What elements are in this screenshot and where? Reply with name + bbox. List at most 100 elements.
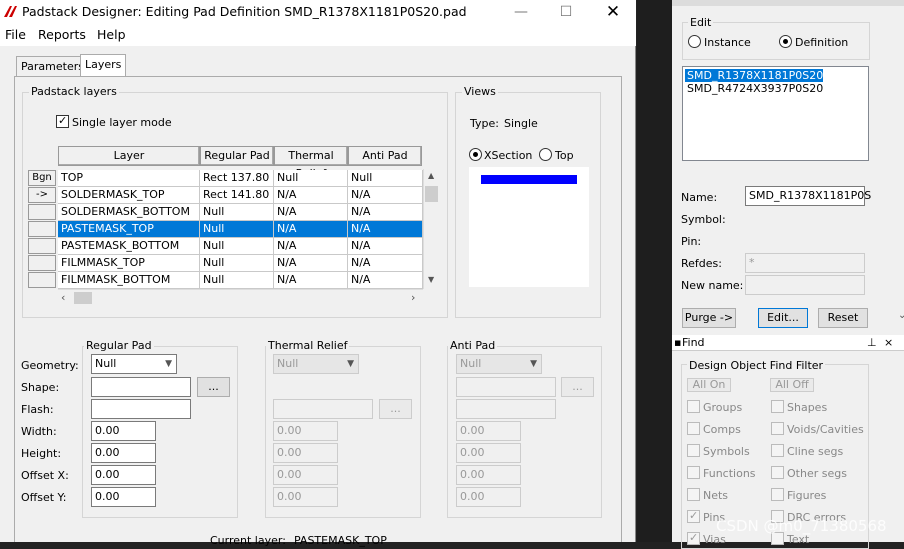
definition-radio[interactable] [779,35,792,48]
cell-soldermask-top-0[interactable]: SOLDERMASK_TOP [58,187,200,204]
anti-offset-y-input[interactable]: 0.00 [456,487,521,507]
edit-button[interactable]: Edit... [758,308,808,328]
cell-pastemask-bottom-0[interactable]: PASTEMASK_BOTTOM [58,238,200,255]
find-left-checkbox[interactable] [687,422,700,435]
find-right-checkbox[interactable] [771,466,784,479]
regular-flash-input[interactable] [91,399,191,419]
panel-close-icon[interactable]: × [884,336,893,349]
padstack-definition-list[interactable]: SMD_R1378X1181P0S20 SMD_R4724X3937P0S20 [682,66,869,161]
regular-shape-browse-button[interactable]: ... [197,377,230,397]
col-header-anti-pad[interactable]: Anti Pad [348,146,422,166]
cell-filmmask-bottom-0[interactable]: FILMMASK_BOTTOM [58,272,200,289]
dock-pin-icon[interactable]: ⊥ [867,336,877,349]
scroll-down-icon[interactable]: ⌄ [898,310,904,321]
cell-soldermask-bottom-2[interactable]: N/A [274,204,348,221]
anti-shape-browse-button[interactable]: ... [561,377,594,397]
scroll-down-icon[interactable]: ▼ [428,275,434,284]
find-right-checkbox[interactable] [771,400,784,413]
row-selector-pastemask-top[interactable] [28,221,56,237]
anti-geometry-select[interactable]: Null ▼ [456,354,542,374]
single-layer-mode-checkbox[interactable] [56,114,69,128]
menu-reports[interactable]: Reports [38,27,86,42]
scroll-thumb[interactable] [425,186,438,202]
anti-width-input[interactable]: 0.00 [456,421,521,441]
cell-filmmask-top-1[interactable]: Null [200,255,274,272]
cell-pastemask-top-1[interactable]: Null [200,221,274,238]
thermal-offset-x-input[interactable]: 0.00 [273,465,338,485]
scroll-left-icon[interactable]: ‹ [61,291,65,304]
instance-radio[interactable] [688,35,701,48]
thermal-flash-input[interactable] [273,399,373,419]
h-scroll-thumb[interactable] [74,292,92,304]
refdes-input[interactable]: * [745,253,865,273]
cell-pastemask-bottom-2[interactable]: N/A [274,238,348,255]
cell-filmmask-top-3[interactable]: N/A [348,255,423,272]
scroll-up-icon[interactable]: ▲ [428,171,434,180]
tab-parameters[interactable]: Parameters [16,56,89,76]
cell-top-1[interactable]: Rect 137.80 X [200,170,274,187]
anti-height-input[interactable]: 0.00 [456,443,521,463]
find-left-checkbox[interactable] [687,488,700,501]
cell-top-2[interactable]: Null [274,170,348,187]
cell-pastemask-bottom-3[interactable]: N/A [348,238,423,255]
find-left-checkbox[interactable] [687,509,700,523]
find-left-checkbox[interactable] [687,531,700,545]
tab-layers[interactable]: Layers [80,54,127,77]
reset-button[interactable]: Reset [818,308,868,328]
menu-help[interactable]: Help [97,27,126,42]
cell-filmmask-bottom-3[interactable]: N/A [348,272,423,289]
vertical-scrollbar[interactable]: ▲ ▼ [423,169,439,289]
cell-soldermask-top-3[interactable]: N/A [348,187,423,204]
regular-offset-y-input[interactable]: 0.00 [91,487,156,507]
regular-height-input[interactable]: 0.00 [91,443,156,463]
cell-filmmask-top-2[interactable]: N/A [274,255,348,272]
list-item[interactable]: SMD_R1378X1181P0S20 [685,69,824,82]
cell-soldermask-top-1[interactable]: Rect 141.80 X [200,187,274,204]
thermal-offset-y-input[interactable]: 0.00 [273,487,338,507]
anti-shape-input[interactable] [456,377,556,397]
cell-pastemask-top-0[interactable]: PASTEMASK_TOP [58,221,200,238]
cell-pastemask-bottom-1[interactable]: Null [200,238,274,255]
col-header-regular-pad[interactable]: Regular Pad [200,146,274,166]
find-right-checkbox[interactable] [771,422,784,435]
name-input[interactable]: SMD_R1378X1181P0S [745,186,871,206]
cell-pastemask-top-2[interactable]: N/A [274,221,348,238]
regular-geometry-select[interactable]: Null ▼ [91,354,177,374]
top-radio[interactable] [539,148,552,161]
thermal-geometry-select[interactable]: Null ▼ [273,354,359,374]
cell-filmmask-bottom-1[interactable]: Null [200,272,274,289]
regular-shape-input[interactable] [91,377,191,397]
list-item[interactable]: SMD_R4724X3937P0S20 [685,82,823,95]
anti-flash-input[interactable] [456,399,556,419]
close-icon[interactable]: ✕ [600,2,626,22]
cell-filmmask-top-0[interactable]: FILMMASK_TOP [58,255,200,272]
cell-filmmask-bottom-2[interactable]: N/A [274,272,348,289]
xsection-radio[interactable] [469,148,482,161]
thermal-width-input[interactable]: 0.00 [273,421,338,441]
find-right-checkbox[interactable] [771,444,784,457]
scroll-right-icon[interactable]: › [411,291,415,304]
col-header-thermal-relief[interactable]: Thermal Relief [274,146,348,180]
row-selector-top[interactable]: Bgn [28,170,56,186]
regular-offset-x-input[interactable]: 0.00 [91,465,156,485]
find-left-checkbox[interactable] [687,400,700,413]
horizontal-scrollbar[interactable]: ‹ › [58,289,423,305]
cell-soldermask-bottom-3[interactable]: N/A [348,204,423,221]
purge-button[interactable]: Purge -> [682,308,736,328]
anti-offset-x-input[interactable]: 0.00 [456,465,521,485]
cell-pastemask-top-3[interactable]: N/A [348,221,423,238]
find-left-checkbox[interactable] [687,466,700,479]
row-selector-filmmask-top[interactable] [28,255,56,271]
regular-width-input[interactable]: 0.00 [91,421,156,441]
find-left-checkbox[interactable] [687,444,700,457]
cell-top-0[interactable]: TOP [58,170,200,187]
all-off-button[interactable]: All Off [770,378,814,392]
all-on-button[interactable]: All On [687,378,731,392]
row-selector-soldermask-bottom[interactable] [28,204,56,220]
cell-soldermask-top-2[interactable]: N/A [274,187,348,204]
cell-soldermask-bottom-0[interactable]: SOLDERMASK_BOTTOM [58,204,200,221]
row-selector-soldermask-top[interactable]: -> [28,187,56,203]
thermal-flash-browse-button[interactable]: ... [379,399,412,419]
cell-top-3[interactable]: Null [348,170,423,187]
minimize-icon[interactable]: — [508,2,534,22]
